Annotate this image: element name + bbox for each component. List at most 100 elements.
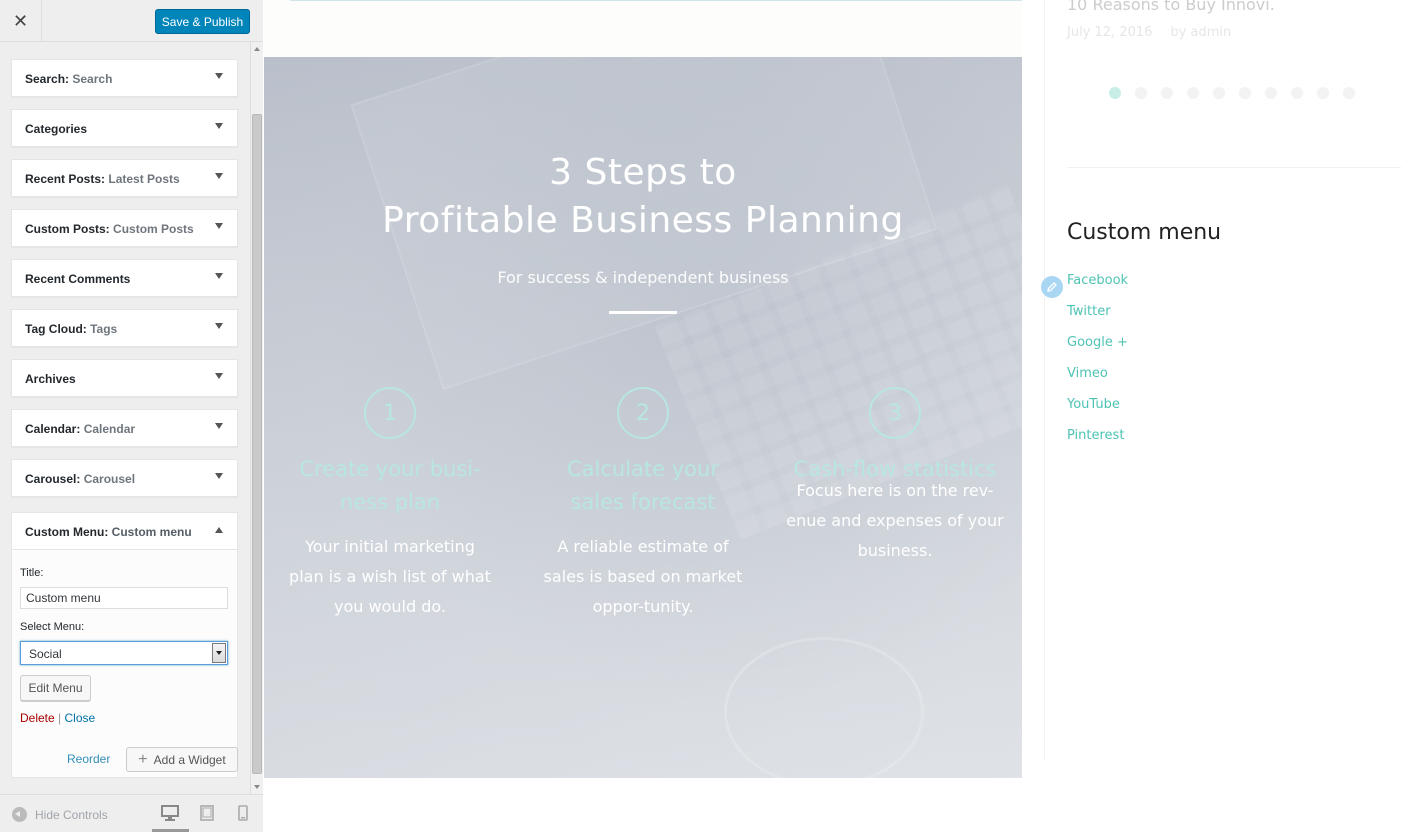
custom-menu-list: Facebook Twitter Google + Vimeo YouTube Pinte… (1067, 273, 1128, 459)
widget-name: Search: (25, 72, 70, 86)
scrollbar-thumb[interactable] (252, 114, 262, 774)
sidebar-divider (1067, 167, 1401, 168)
close-link[interactable]: Close (65, 711, 96, 725)
widget-name: Recent Comments (25, 272, 131, 286)
scroll-down-icon[interactable] (254, 785, 260, 789)
widget-subtitle: Tags (90, 322, 118, 336)
separator: | (58, 711, 62, 725)
widget-subtitle: Calendar (83, 422, 136, 436)
widget-recent-comments[interactable]: Recent Comments (11, 259, 238, 297)
mobile-preview-icon[interactable] (238, 805, 248, 823)
widget-custom-menu: Custom Menu: Custom menu Title: Select M… (11, 512, 238, 778)
title-input[interactable] (20, 587, 228, 609)
panel-header: ✕ Save & Publish (0, 0, 263, 42)
widget-name: Carousel: (25, 472, 81, 486)
reorder-link[interactable]: Reorder (67, 752, 110, 766)
widget-name: Archives (25, 372, 76, 386)
custom-menu-item[interactable]: Google + (1067, 335, 1128, 366)
widget-subtitle: Search (72, 72, 113, 86)
carousel-dot[interactable] (1291, 87, 1303, 99)
post-date: July 12, 2016 (1067, 25, 1153, 40)
collapse-icon (12, 807, 27, 822)
expand-arrow-icon[interactable] (215, 473, 223, 479)
widget-carousel[interactable]: Carousel: Carousel (11, 459, 238, 497)
carousel-dot[interactable] (1213, 87, 1225, 99)
expand-arrow-icon[interactable] (215, 73, 223, 79)
delete-link[interactable]: Delete (20, 711, 55, 725)
post-author: by admin (1170, 25, 1232, 40)
carousel-dot[interactable] (1187, 87, 1199, 99)
carousel-dot[interactable] (1317, 87, 1329, 99)
carousel-dot[interactable] (1265, 87, 1277, 99)
site-preview: 3 Steps to Profitable Business Planning … (264, 0, 1427, 832)
widget-custom-menu-form: Title: Select Menu: Social Edit Menu Del… (12, 551, 237, 777)
expand-arrow-icon[interactable] (215, 273, 223, 279)
widget-archives[interactable]: Archives (11, 359, 238, 397)
expand-arrow-icon[interactable] (215, 173, 223, 179)
step-2: 2 Calculate your sales forecast A reliab… (528, 387, 758, 622)
hero-section: 3 Steps to Profitable Business Planning … (264, 57, 1022, 778)
title-label: Title: (20, 567, 44, 579)
custom-menu-item[interactable]: Facebook (1067, 273, 1128, 304)
plus-icon: + (138, 750, 148, 768)
step-1: 1 Create your busi-ness plan Your initia… (275, 387, 505, 622)
expand-arrow-icon[interactable] (215, 223, 223, 229)
carousel-dot[interactable] (1135, 87, 1147, 99)
save-publish-button[interactable]: Save & Publish (155, 9, 250, 34)
custom-menu-item[interactable]: Twitter (1067, 304, 1128, 335)
carousel-dot[interactable] (1109, 87, 1121, 99)
widget-custom-menu-header[interactable]: Custom Menu: Custom menu (12, 513, 237, 550)
collapse-arrow-icon[interactable] (215, 527, 223, 533)
tablet-preview-icon[interactable] (200, 805, 214, 823)
widget-name: Categories (25, 122, 88, 136)
step-3: 3 Cash-flow statistics Focus here is on … (780, 387, 1010, 566)
custom-menu-item[interactable]: Vimeo (1067, 366, 1128, 397)
step-text: A reliable estimate of sales is based on… (543, 537, 743, 616)
step-number: 3 (869, 387, 921, 439)
close-customizer-button[interactable]: ✕ (0, 0, 42, 42)
select-menu-value: Social (29, 647, 62, 661)
widget-list: Search: Search Categories Recent Posts: … (0, 42, 250, 794)
carousel-dot[interactable] (1343, 87, 1355, 99)
widget-tag-cloud[interactable]: Tag Cloud: Tags (11, 309, 238, 347)
customizer-panel: ✕ Save & Publish Search: Search Categori… (0, 0, 263, 832)
select-menu-dropdown[interactable]: Social (20, 641, 228, 665)
edit-menu-button[interactable]: Edit Menu (20, 675, 91, 701)
dropdown-arrow-icon[interactable] (212, 643, 226, 663)
carousel-post-meta: July 12, 2016 by admin (1067, 25, 1231, 40)
hero-title-line-2: Profitable Business Planning (382, 200, 904, 241)
widget-calendar[interactable]: Calendar: Calendar (11, 409, 238, 447)
hide-controls-button[interactable]: Hide Controls (12, 807, 108, 822)
carousel-dot[interactable] (1161, 87, 1173, 99)
add-widget-button[interactable]: + Add a Widget (126, 747, 238, 772)
desktop-preview-icon[interactable] (160, 805, 180, 823)
carousel-dots (1109, 87, 1355, 99)
custom-menu-item[interactable]: YouTube (1067, 397, 1128, 428)
scroll-up-icon[interactable] (254, 47, 260, 51)
add-widget-label: Add a Widget (153, 752, 226, 767)
expand-arrow-icon[interactable] (215, 423, 223, 429)
widget-custom-posts[interactable]: Custom Posts: Custom Posts (11, 209, 238, 247)
carousel-post-title[interactable]: 10 Reasons to Buy Innovi. (1067, 0, 1275, 14)
custom-menu-item[interactable]: Pinterest (1067, 428, 1128, 459)
widget-recent-posts[interactable]: Recent Posts: Latest Posts (11, 159, 238, 197)
widget-search[interactable]: Search: Search (11, 59, 238, 97)
widget-name: Custom Menu: (25, 525, 109, 539)
select-menu-label: Select Menu: (20, 621, 85, 633)
widget-name: Calendar: (25, 422, 81, 436)
hero-title-line-1: 3 Steps to (549, 152, 737, 193)
step-number: 2 (617, 387, 669, 439)
close-icon: ✕ (12, 10, 29, 31)
expand-arrow-icon[interactable] (215, 373, 223, 379)
widget-categories[interactable]: Categories (11, 109, 238, 147)
panel-scrollbar[interactable] (250, 42, 263, 794)
carousel-dot[interactable] (1239, 87, 1251, 99)
widget-name: Custom Posts: (25, 222, 110, 236)
sidebar: 10 Reasons to Buy Innovi. July 12, 2016 b… (1041, 0, 1427, 760)
step-number: 1 (364, 387, 416, 439)
expand-arrow-icon[interactable] (215, 323, 223, 329)
edit-pencil-icon[interactable] (1041, 276, 1063, 298)
widget-subtitle: Latest Posts (108, 172, 180, 186)
expand-arrow-icon[interactable] (215, 123, 223, 129)
hero-subtitle: For success & independent business (497, 268, 789, 287)
